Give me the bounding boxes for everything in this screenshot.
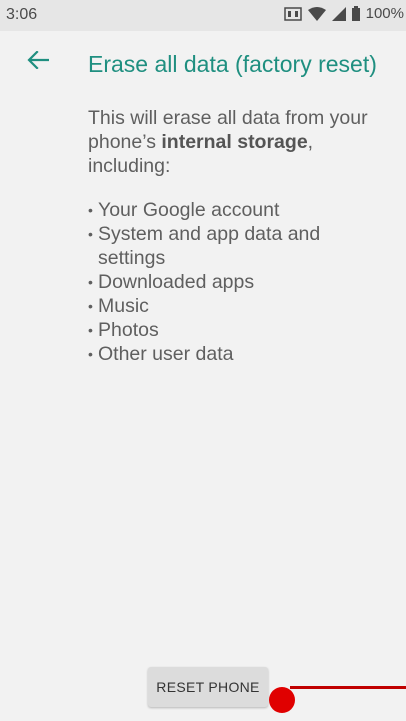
wifi-icon (307, 6, 326, 21)
status-bar: 3:06 100% (0, 0, 406, 31)
erase-items-list: Your Google account System and app data … (88, 198, 388, 366)
reset-description: This will erase all data from your phone… (88, 106, 388, 366)
touch-indicator (269, 687, 295, 713)
touch-trail (290, 686, 406, 689)
list-item: Other user data (88, 342, 388, 366)
page-title: Erase all data (factory reset) (88, 51, 377, 77)
intro-text: This will erase all data from your phone… (88, 106, 388, 178)
status-time: 3:06 (6, 6, 38, 23)
back-button[interactable] (20, 44, 56, 80)
reset-phone-button[interactable]: RESET PHONE (148, 667, 268, 707)
list-item: Your Google account (88, 198, 388, 222)
signal-icon (331, 6, 346, 21)
app-bar: Erase all data (factory reset) (0, 31, 406, 96)
nfc-icon (283, 6, 302, 21)
list-item: System and app data and settings (88, 222, 388, 270)
battery-icon (351, 6, 360, 21)
arrow-back-icon (27, 49, 50, 74)
list-item: Music (88, 294, 388, 318)
status-icons: 100% (283, 5, 404, 22)
battery-percent: 100% (365, 5, 404, 22)
list-item: Photos (88, 318, 388, 342)
intro-text-bold: internal storage (161, 131, 308, 153)
list-item: Downloaded apps (88, 270, 388, 294)
